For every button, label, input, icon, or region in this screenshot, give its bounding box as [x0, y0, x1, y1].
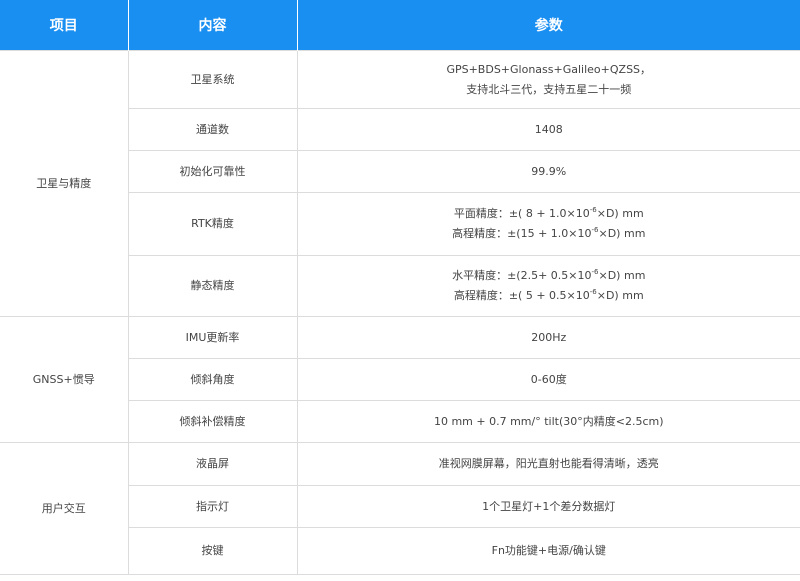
param-line: 平面精度：±( 8 + 1.0×10-6×D) mm	[304, 204, 795, 224]
spec-table: 项目 内容 参数 卫星与精度 卫星系统 GPS+BDS+Glonass+Gali…	[0, 0, 800, 575]
content-cell: 按键	[127, 527, 298, 575]
header-row: 项目 内容 参数	[0, 0, 800, 51]
param-cell: GPS+BDS+Glonass+Galileo+QZSS， 支持北斗三代，支持五…	[296, 50, 800, 109]
param-text: 高程精度：±( 5 + 0.5×10	[453, 289, 590, 302]
param-cell: 准视网膜屏幕，阳光直射也能看得清晰，透亮	[296, 442, 800, 486]
group-cell: 用户交互	[0, 442, 129, 575]
param-cell: 99.9%	[296, 150, 800, 193]
param-text: ×D) mm	[598, 269, 646, 282]
param-text: ×D) mm	[596, 289, 644, 302]
param-cell: 1个卫星灯+1个差分数据灯	[296, 485, 800, 528]
param-exponent: -6	[589, 206, 597, 214]
param-cell: 200Hz	[296, 316, 800, 359]
param-line: 高程精度：±(15 + 1.0×10-6×D) mm	[304, 224, 795, 244]
param-line: 高程精度：±( 5 + 0.5×10-6×D) mm	[304, 286, 795, 306]
param-text: 平面精度：±( 8 + 1.0×10	[453, 207, 590, 220]
param-exponent: -6	[589, 288, 597, 296]
group-cell: GNSS+惯导	[0, 316, 129, 443]
group-cell: 卫星与精度	[0, 50, 129, 317]
content-cell: 通道数	[127, 108, 298, 151]
param-exponent: -6	[591, 226, 599, 234]
header-param: 参数	[297, 0, 800, 51]
param-cell: 平面精度：±( 8 + 1.0×10-6×D) mm 高程精度：±(15 + 1…	[296, 192, 800, 256]
content-cell: 指示灯	[127, 485, 298, 528]
param-text: 高程精度：±(15 + 1.0×10	[452, 227, 592, 240]
table-row: 用户交互 液晶屏 准视网膜屏幕，阳光直射也能看得清晰，透亮	[0, 442, 800, 575]
content-cell: 静态精度	[127, 255, 298, 317]
param-cell: 0-60度	[296, 358, 800, 401]
param-cell: 1408	[296, 108, 800, 151]
param-text: ×D) mm	[596, 207, 644, 220]
content-cell: RTK精度	[127, 192, 298, 256]
param-exponent: -6	[591, 268, 599, 276]
table-row: 卫星与精度 卫星系统 GPS+BDS+Glonass+Galileo+QZSS，…	[0, 50, 800, 317]
param-line: 支持北斗三代，支持五星二十一频	[466, 82, 632, 96]
content-cell: 卫星系统	[127, 50, 298, 109]
content-cell: IMU更新率	[127, 316, 298, 359]
header-content: 内容	[128, 0, 298, 51]
content-cell: 倾斜角度	[127, 358, 298, 401]
content-cell: 液晶屏	[127, 442, 298, 486]
header-item: 项目	[0, 0, 129, 51]
param-cell: 水平精度：±(2.5+ 0.5×10-6×D) mm 高程精度：±( 5 + 0…	[296, 255, 800, 317]
param-text: ×D) mm	[598, 227, 646, 240]
table-row: GNSS+惯导 IMU更新率 200Hz	[0, 316, 800, 443]
param-cell: 10 mm + 0.7 mm/° tilt(30°内精度<2.5cm)	[296, 400, 800, 443]
param-text: 水平精度：±(2.5+ 0.5×10	[452, 269, 592, 282]
param-line: 水平精度：±(2.5+ 0.5×10-6×D) mm	[304, 266, 795, 286]
content-cell: 初始化可靠性	[127, 150, 298, 193]
param-cell: Fn功能键+电源/确认键	[296, 527, 800, 575]
param-line: GPS+BDS+Glonass+Galileo+QZSS，	[446, 62, 652, 76]
content-cell: 倾斜补偿精度	[127, 400, 298, 443]
